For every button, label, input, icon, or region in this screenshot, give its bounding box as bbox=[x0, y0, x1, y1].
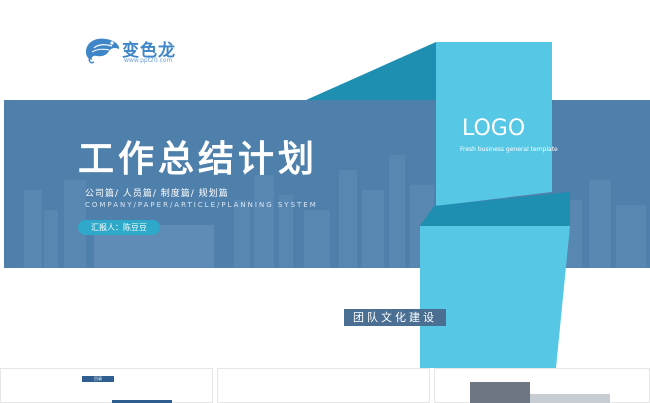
thumbnail-slide-1[interactable] bbox=[0, 368, 213, 403]
thumbnail-photo-secondary bbox=[530, 394, 610, 403]
team-culture-label: 团队文化建设 bbox=[344, 309, 446, 326]
slide-canvas: 变色龙 www.ppt20.com 工作总结计划 公司篇/ 人员篇/ 制度篇/ … bbox=[0, 0, 650, 368]
logo-placeholder: LOGO bbox=[462, 116, 526, 141]
logo-tagline: Fresh business general template bbox=[460, 146, 558, 153]
folded-ribbon bbox=[306, 42, 570, 368]
thumbnail-tag: 目录 bbox=[82, 376, 114, 382]
thumbnail-slide-2[interactable] bbox=[217, 368, 430, 403]
thumbnail-photo bbox=[470, 382, 530, 403]
